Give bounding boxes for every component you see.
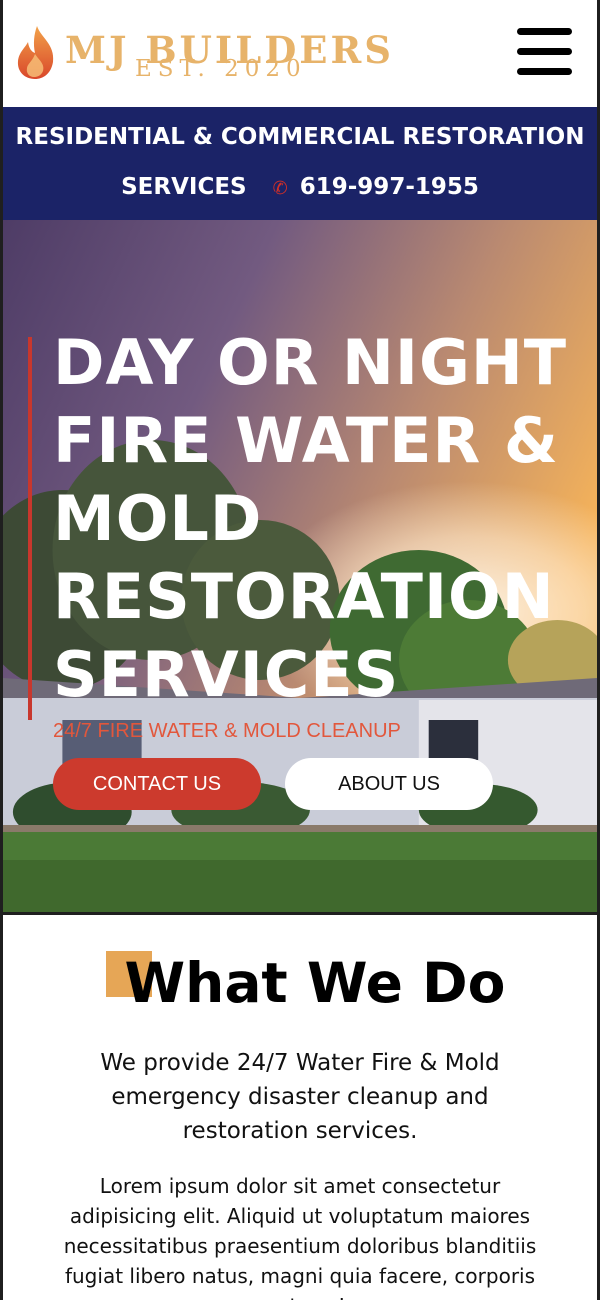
menu-bar [517, 28, 572, 35]
services-banner: RESIDENTIAL & COMMERCIAL RESTORATION SER… [3, 107, 597, 220]
flame-icon [17, 26, 54, 79]
page: MJ BUILDERS EST. 2020 RESIDENTIAL & COMM… [0, 0, 600, 1300]
site-logo[interactable]: MJ BUILDERS EST. 2020 [15, 18, 415, 88]
hero-title: DAY OR NIGHT FIRE WATER & MOLD RESTORATI… [53, 324, 573, 714]
hero-subtitle: 24/7 FIRE WATER & MOLD CLEANUP [53, 720, 401, 742]
menu-bar [517, 48, 572, 55]
about-us-button[interactable]: ABOUT US [285, 758, 493, 810]
phone-icon: ✆ [272, 178, 288, 199]
what-we-do-lead: We provide 24/7 Water Fire & Mold emerge… [100, 1050, 500, 1144]
hero-accent-line [28, 337, 32, 720]
hero-title-line: FIRE WATER & [53, 404, 559, 477]
hero-title-line: MOLD [53, 482, 263, 555]
hero-section: DAY OR NIGHT FIRE WATER & MOLD RESTORATI… [3, 220, 597, 912]
contact-us-button[interactable]: CONTACT US [53, 758, 261, 810]
menu-bar [517, 68, 572, 75]
hero-title-line: SERVICES [53, 638, 400, 711]
hamburger-menu-icon[interactable] [517, 28, 572, 78]
what-we-do-body: Lorem ipsum dolor sit amet consectetur a… [63, 1174, 537, 1300]
what-we-do-section: What We Do We provide 24/7 Water Fire & … [3, 915, 597, 1300]
hero-title-line: RESTORATION [53, 560, 555, 633]
site-header: MJ BUILDERS EST. 2020 [3, 0, 597, 107]
banner-services-label: SERVICES [121, 174, 247, 200]
banner-contact-line: SERVICES ✆ 619-997-1955 [3, 174, 597, 200]
hero-title-line: DAY OR NIGHT [53, 326, 568, 399]
phone-link[interactable]: 619-997-1955 [300, 174, 479, 200]
banner-tagline: RESIDENTIAL & COMMERCIAL RESTORATION [15, 124, 585, 150]
what-we-do-title: What We Do [124, 951, 506, 1015]
brand-established: EST. 2020 [135, 56, 307, 82]
